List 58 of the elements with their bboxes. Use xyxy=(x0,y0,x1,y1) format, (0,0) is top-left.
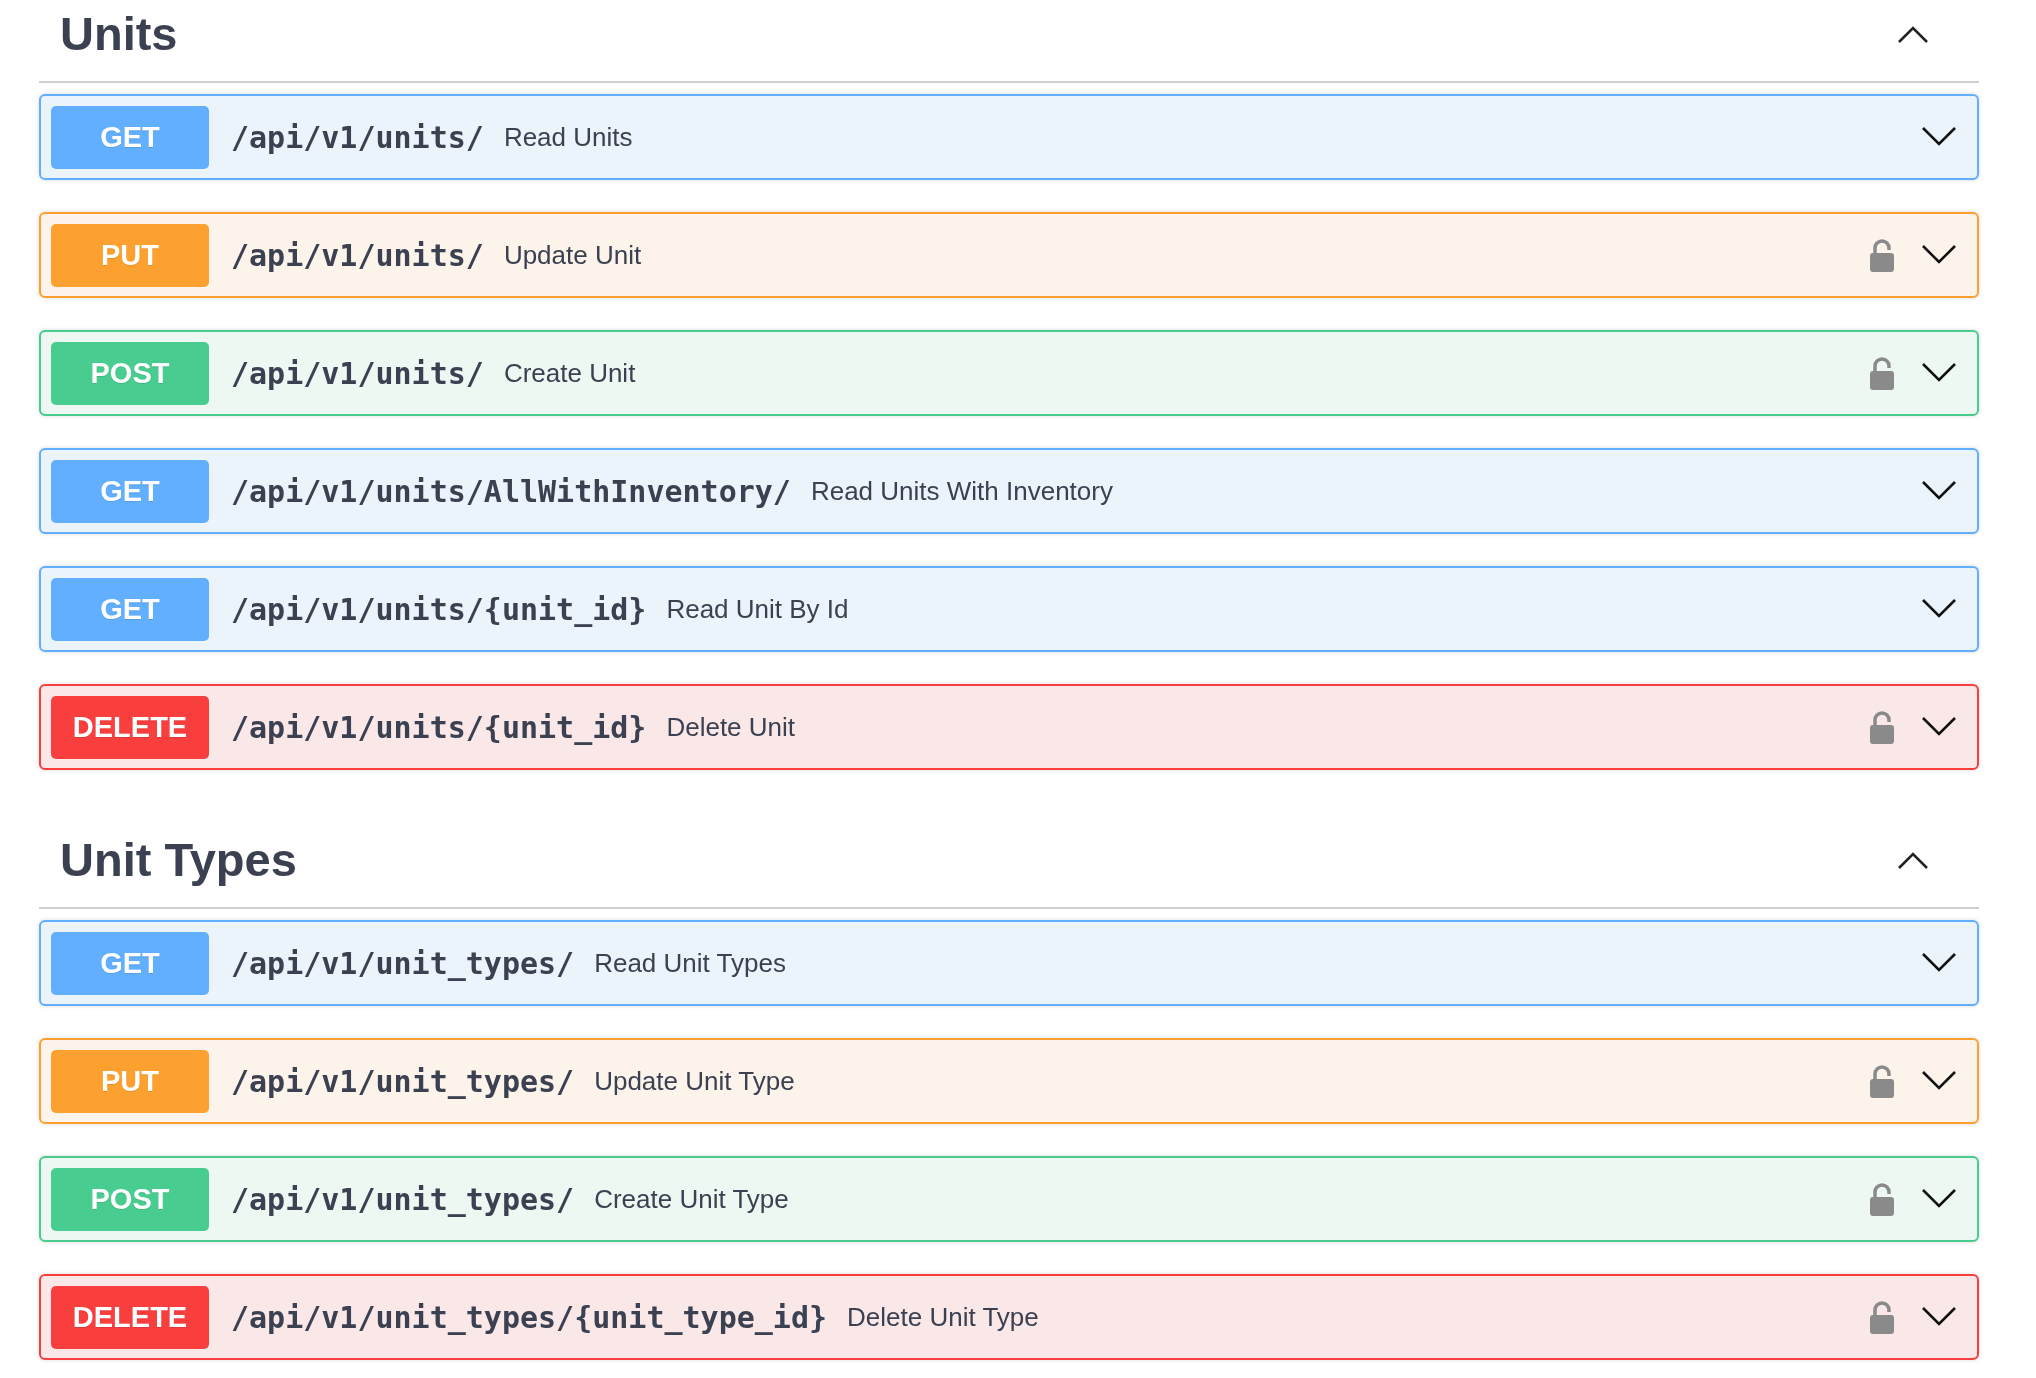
chevron-icon[interactable] xyxy=(1921,598,1957,620)
method-badge: DELETE xyxy=(51,1285,209,1349)
endpoint-summary: Create Unit Type xyxy=(594,1183,789,1215)
endpoint-summary: Update Unit Type xyxy=(594,1065,795,1097)
lock-icon[interactable] xyxy=(1869,1300,1895,1334)
endpoint-path: /api/v1/units/{unit_id} xyxy=(231,591,647,627)
method-badge: GET xyxy=(51,931,209,995)
endpoint-path: /api/v1/units/{unit_id} xyxy=(231,709,647,745)
lock-icon[interactable] xyxy=(1869,356,1895,390)
endpoint-path: /api/v1/units/ xyxy=(231,237,484,273)
endpoint-path: /api/v1/unit_types/ xyxy=(231,1181,575,1217)
operation-row[interactable]: GET /api/v1/unit_types/ Read Unit Types xyxy=(39,920,1979,1006)
method-badge: GET xyxy=(51,105,209,169)
method-badge: DELETE xyxy=(51,695,209,759)
endpoint-path: /api/v1/units/AllWithInventory/ xyxy=(231,473,791,509)
operation-row[interactable]: PUT /api/v1/unit_types/ Update Unit Type xyxy=(39,1038,1979,1124)
chevron-icon[interactable] xyxy=(1921,362,1957,384)
endpoint-summary: Read Unit By Id xyxy=(666,593,849,625)
endpoint-summary: Update Unit xyxy=(503,239,642,271)
method-badge: POST xyxy=(51,1167,209,1231)
endpoint-path: /api/v1/unit_types/ xyxy=(231,1063,575,1099)
endpoint-summary: Delete Unit Type xyxy=(847,1301,1039,1333)
endpoint-summary: Delete Unit xyxy=(666,711,796,743)
endpoint-path: /api/v1/unit_types/ xyxy=(231,945,575,981)
lock-icon[interactable] xyxy=(1869,238,1895,272)
chevron-icon[interactable] xyxy=(1921,480,1957,502)
chevron-icon[interactable] xyxy=(1921,244,1957,266)
operation-row[interactable]: POST /api/v1/unit_types/ Create Unit Type xyxy=(39,1156,1979,1242)
chevron-icon[interactable] xyxy=(1921,716,1957,738)
operation-row[interactable]: DELETE /api/v1/unit_types/{unit_type_id} Delete Unit Type xyxy=(39,1274,1979,1360)
method-badge: GET xyxy=(51,459,209,523)
lock-icon[interactable] xyxy=(1869,710,1895,744)
method-badge: PUT xyxy=(51,223,209,287)
section-title[interactable]: Units xyxy=(60,6,178,61)
chevron-icon[interactable] xyxy=(1921,952,1957,974)
operation-row[interactable]: DELETE /api/v1/units/{unit_id} Delete Unit xyxy=(39,684,1979,770)
lock-icon[interactable] xyxy=(1869,1064,1895,1098)
operation-row[interactable]: GET /api/v1/units/AllWithInventory/ Read Units With Inventory xyxy=(39,448,1979,534)
endpoint-summary: Read Units xyxy=(503,121,633,153)
method-badge: PUT xyxy=(51,1049,209,1113)
endpoint-summary: Read Unit Types xyxy=(594,947,786,979)
endpoint-path: /api/v1/units/ xyxy=(231,119,484,155)
operation-row[interactable]: PUT /api/v1/units/ Update Unit xyxy=(39,212,1979,298)
chevron-icon[interactable] xyxy=(1921,126,1957,148)
endpoint-path: /api/v1/unit_types/{unit_type_id} xyxy=(231,1299,828,1335)
lock-icon[interactable] xyxy=(1869,1182,1895,1216)
operation-row[interactable]: GET /api/v1/units/ Read Units xyxy=(39,94,1979,180)
chevron-icon[interactable] xyxy=(1921,1188,1957,1210)
endpoint-summary: Create Unit xyxy=(503,357,636,389)
operation-row[interactable]: GET /api/v1/units/{unit_id} Read Unit By Id xyxy=(39,566,1979,652)
method-badge: GET xyxy=(51,577,209,641)
operation-row[interactable]: POST /api/v1/units/ Create Unit xyxy=(39,330,1979,416)
method-badge: POST xyxy=(51,341,209,405)
endpoint-summary: Read Units With Inventory xyxy=(810,475,1113,507)
chevron-icon[interactable] xyxy=(1921,1070,1957,1092)
endpoint-path: /api/v1/units/ xyxy=(231,355,484,391)
chevron-icon[interactable] xyxy=(1921,1306,1957,1328)
section-title[interactable]: Unit Types xyxy=(60,832,297,887)
